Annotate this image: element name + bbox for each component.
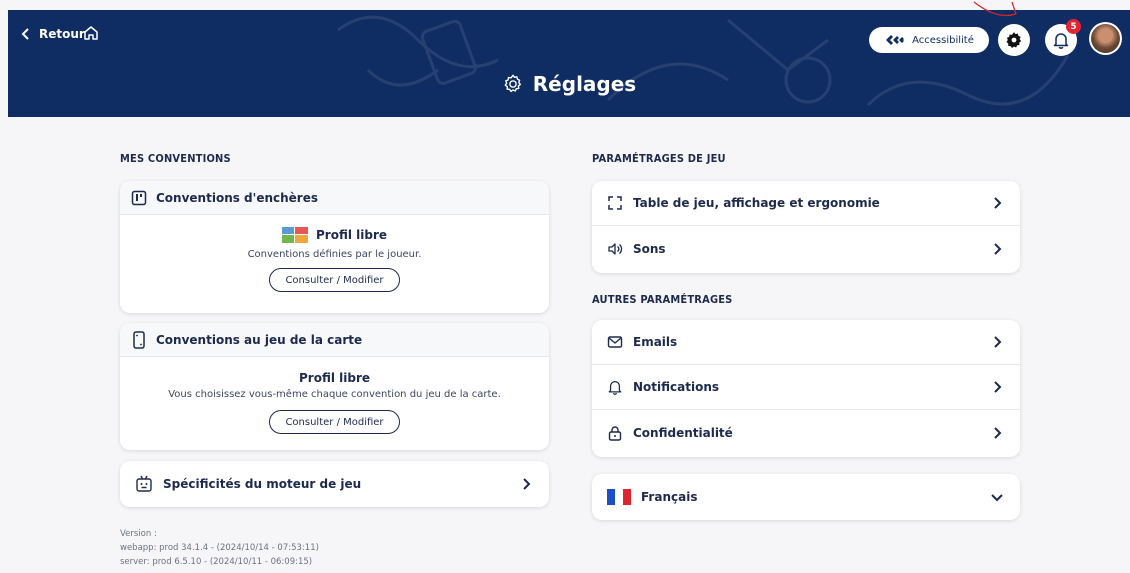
- robot-icon: [135, 475, 153, 493]
- accessibility-label: Accessibilité: [912, 34, 974, 46]
- settings-row-privacy[interactable]: Confidentialité: [592, 410, 1020, 455]
- section-title-conventions: MES CONVENTIONS: [120, 152, 231, 165]
- page-title: Réglages: [8, 72, 1130, 96]
- fullscreen-icon: [607, 195, 623, 211]
- engine-specifics-card[interactable]: Spécificités du moteur de jeu: [120, 461, 549, 507]
- row-label: Table de jeu, affichage et ergonomie: [633, 196, 880, 210]
- chevron-right-icon: [989, 334, 1005, 350]
- chevron-right-icon: [989, 425, 1005, 441]
- home-icon[interactable]: [82, 24, 100, 42]
- language-select[interactable]: Français: [592, 474, 1020, 520]
- chevron-right-icon: [989, 379, 1005, 395]
- profile-label: Profil libre: [315, 228, 387, 242]
- row-label: Emails: [633, 335, 678, 349]
- bidding-conventions-card: Conventions d'enchères Profil libre Conv…: [120, 181, 549, 313]
- language-row[interactable]: Français: [592, 474, 1020, 520]
- section-title-other-settings: AUTRES PARAMÉTRAGES: [592, 293, 733, 306]
- chevron-right-icon: [989, 195, 1005, 211]
- row-label: Notifications: [633, 380, 720, 394]
- page-title-text: Réglages: [532, 72, 637, 96]
- bell-icon: [607, 379, 623, 395]
- version-webapp: webapp: prod 34.1.4 - (2024/10/14 - 07:5…: [120, 543, 319, 553]
- accessibility-icon: [884, 33, 906, 47]
- mail-icon: [607, 334, 623, 350]
- row-label: Confidentialité: [633, 425, 733, 440]
- section-title-game-settings: PARAMÉTRAGES DE JEU: [592, 152, 726, 165]
- annotation-mark: [973, 1, 1017, 17]
- settings-row-table[interactable]: Table de jeu, affichage et ergonomie: [592, 181, 1020, 226]
- chevron-right-icon: [989, 241, 1005, 257]
- speaker-icon: [607, 241, 623, 257]
- top-header: Retour Réglages Accessibilité 5: [8, 10, 1130, 117]
- back-link[interactable]: Retour: [18, 26, 85, 42]
- version-info: Version : webapp: prod 34.1.4 - (2024/10…: [120, 527, 319, 569]
- accessibility-button[interactable]: Accessibilité: [869, 27, 989, 53]
- version-label: Version :: [120, 529, 157, 539]
- notifications-badge: 5: [1066, 19, 1081, 34]
- engine-specifics-row[interactable]: Spécificités du moteur de jeu: [120, 461, 549, 507]
- french-flag-icon: [607, 489, 631, 505]
- game-settings-card: Table de jeu, affichage et ergonomie Son…: [592, 181, 1020, 273]
- profile-name: Profil libre: [281, 227, 387, 243]
- phone-card-icon: [131, 330, 147, 349]
- row-label: Sons: [633, 241, 666, 256]
- card-title: Conventions d'enchères: [156, 190, 318, 205]
- card-header: Conventions au jeu de la carte: [120, 323, 549, 357]
- card-title: Conventions au jeu de la carte: [156, 332, 363, 347]
- cardplay-conventions-card: Conventions au jeu de la carte Profil li…: [120, 323, 549, 450]
- profile-name: Profil libre: [298, 371, 370, 385]
- language-label: Français: [641, 490, 698, 504]
- bell-icon: [1052, 31, 1070, 49]
- notifications-button[interactable]: 5: [1045, 19, 1081, 56]
- gear-icon: [1005, 31, 1023, 49]
- settings-row-sounds[interactable]: Sons: [592, 226, 1020, 271]
- row-label: Spécificités du moteur de jeu: [163, 477, 362, 491]
- back-label: Retour: [39, 27, 85, 41]
- profile-description: Conventions définies par le joueur.: [247, 249, 422, 260]
- chevron-down-icon: [989, 489, 1005, 505]
- other-settings-card: Emails Notifications Confidentialité: [592, 320, 1020, 457]
- consult-modify-button[interactable]: Consulter / Modifier: [269, 268, 400, 292]
- card-header: Conventions d'enchères: [120, 181, 549, 215]
- version-server: server: prod 6.5.10 - (2024/10/11 - 06:0…: [120, 557, 313, 567]
- chevron-left-icon: [18, 26, 34, 42]
- profile-description: Vous choisissez vous-même chaque convent…: [168, 389, 501, 400]
- chevron-right-icon: [518, 476, 534, 492]
- color-profile-icon: [281, 227, 308, 243]
- avatar-image: [1091, 24, 1120, 53]
- consult-modify-button[interactable]: Consulter / Modifier: [269, 410, 400, 434]
- avatar[interactable]: [1089, 22, 1122, 55]
- settings-button[interactable]: [998, 24, 1030, 56]
- lock-icon: [607, 425, 623, 441]
- gear-icon: [502, 73, 524, 95]
- settings-row-notifications[interactable]: Notifications: [592, 365, 1020, 410]
- card-suit-icon: [131, 190, 147, 206]
- settings-row-emails[interactable]: Emails: [592, 320, 1020, 365]
